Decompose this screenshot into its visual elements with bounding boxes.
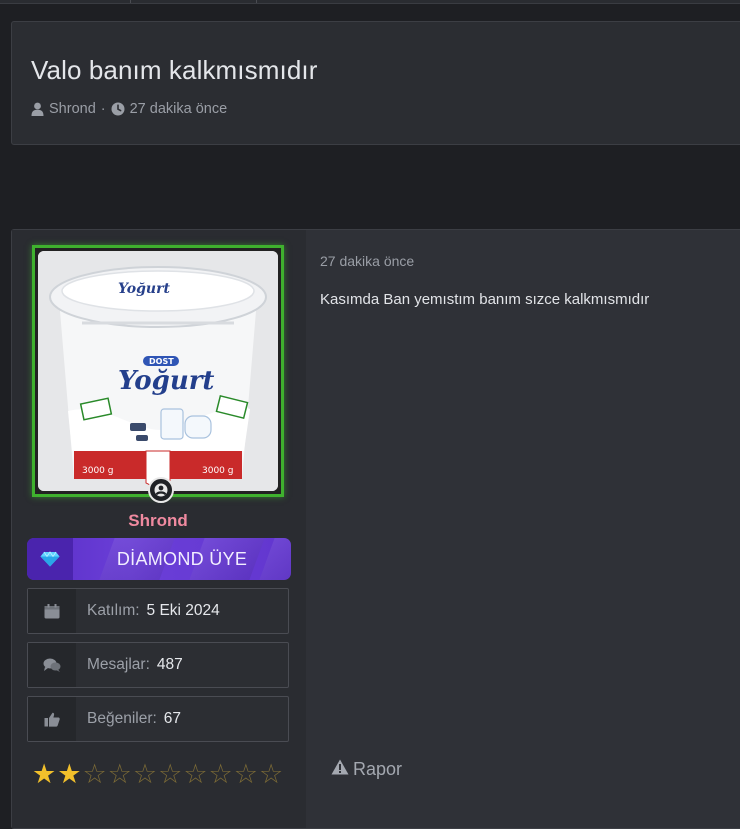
username[interactable]: Shrond [12,511,304,531]
top-nav-bar [0,0,740,4]
star-empty-icon: ☆ [107,759,132,789]
star-empty-icon: ☆ [233,759,258,789]
thread-header: Valo banım kalkmısmıdır Shrond · 27 daki… [11,21,740,145]
stat-joined: Katılım: 5 Eki 2024 [27,588,289,634]
report-button[interactable]: Rapor [331,759,402,780]
star-filled-icon: ★ [32,759,57,789]
user-rating-stars: ★ ★ ☆ ☆ ☆ ☆ ☆ ☆ ☆ ☆ [32,759,283,789]
post-user-panel: Yoğurt DOST Yoğurt 3000 g 3000 g Shrond … [12,230,306,828]
star-empty-icon: ☆ [82,759,107,789]
thumbs-up-icon [28,697,76,741]
meta-separator: · [100,101,106,117]
svg-text:3000 g: 3000 g [202,466,233,476]
thread-time[interactable]: 27 dakika önce [130,101,228,117]
svg-text:Yoğurt: Yoğurt [118,281,170,297]
stat-likes: Beğeniler: 67 [27,696,289,742]
thread-author-link[interactable]: Shrond [49,101,96,117]
stat-value: 487 [156,656,183,673]
stat-value: 67 [163,710,182,727]
star-empty-icon: ☆ [132,759,158,789]
star-filled-icon: ★ [57,759,82,789]
post-message: Kasımda Ban yemıstım banım sızce kalkmıs… [320,291,650,308]
stat-label: Beğeniler: [87,710,157,727]
rank-label: DİAMOND ÜYE [116,548,248,569]
user-icon [31,102,44,116]
messages-icon [28,643,76,687]
thread-title: Valo banım kalkmısmıdır [31,55,318,85]
nav-divider [256,0,257,3]
rank-banner: DİAMOND ÜYE [27,538,291,580]
stat-label: Katılım: [87,602,140,619]
post-body: 27 dakika önce Kasımda Ban yemıstım banı… [306,230,740,828]
stat-value: 5 Eki 2024 [146,602,220,619]
stat-label: Mesajlar: [87,656,150,673]
yogurt-tub-image: Yoğurt DOST Yoğurt 3000 g 3000 g [38,251,278,491]
post-date[interactable]: 27 dakika önce [320,253,414,269]
diamond-icon [27,538,73,580]
nav-divider [130,0,131,3]
calendar-icon [28,589,76,633]
svg-text:DOST: DOST [149,357,174,366]
star-empty-icon: ☆ [208,759,233,789]
report-label: Rapor [353,759,403,779]
post-container: Yoğurt DOST Yoğurt 3000 g 3000 g Shrond … [11,229,740,829]
star-empty-icon: ☆ [158,759,183,789]
user-status-icon [148,477,174,503]
avatar[interactable]: Yoğurt DOST Yoğurt 3000 g 3000 g [32,245,284,497]
svg-text:Yoğurt: Yoğurt [118,366,214,396]
thread-meta: Shrond · 27 dakika önce [31,101,227,117]
star-empty-icon: ☆ [258,759,284,789]
svg-text:3000 g: 3000 g [82,466,113,476]
stat-messages: Mesajlar: 487 [27,642,289,688]
clock-icon [111,102,125,116]
warning-icon [331,759,349,780]
star-empty-icon: ☆ [183,759,208,789]
